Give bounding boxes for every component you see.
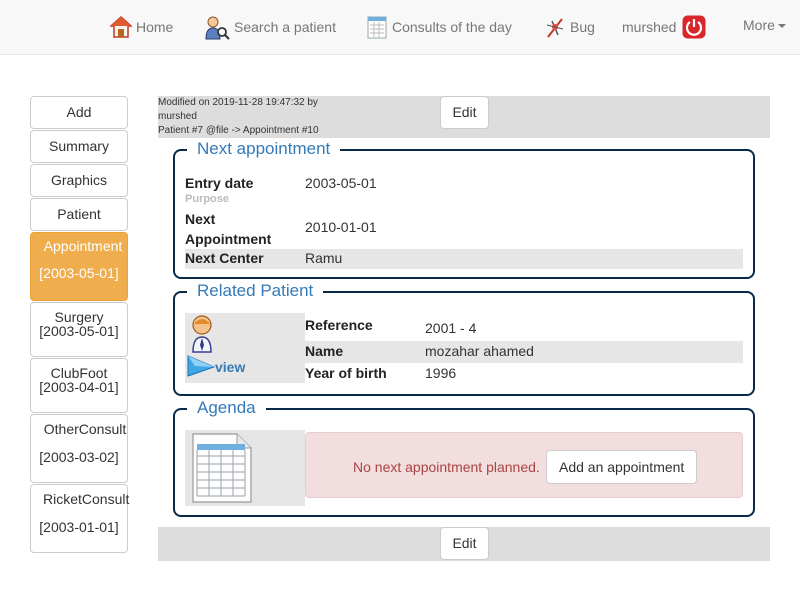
- sidebar-surgery-date: [2003-05-01]: [39, 323, 119, 339]
- entry-date-row: Entry date 2003-05-01: [185, 175, 743, 195]
- sidebar-graphics-label: Graphics: [50, 172, 108, 188]
- next-appointment-label-line2: Appointment: [185, 231, 272, 247]
- spreadsheet-icon: [191, 432, 253, 507]
- next-center-label: Next Center: [185, 250, 264, 266]
- record-meta-bar: Modified on 2019-11-28 19:47:32 by mursh…: [158, 96, 770, 138]
- edit-button-bottom[interactable]: Edit: [440, 527, 489, 560]
- sidebar-otherconsult-date: [2003-03-02]: [39, 449, 119, 465]
- year-of-birth-value: 1996: [425, 365, 457, 381]
- modified-info: Modified on 2019-11-28 19:47:32 by: [158, 97, 318, 108]
- calendar-icon: [366, 15, 388, 39]
- no-appointment-alert: No next appointment planned. Add an appo…: [305, 432, 743, 498]
- power-icon: [682, 15, 706, 39]
- sidebar-otherconsult-button[interactable]: OtherConsult [2003-03-02]: [30, 414, 128, 483]
- edit-button-label: Edit: [452, 104, 477, 120]
- add-appointment-label: Add an appointment: [559, 459, 685, 475]
- sidebar-surgery-button[interactable]: Surgery [2003-05-01]: [30, 302, 128, 357]
- home-icon: [109, 15, 133, 39]
- sidebar-patient-button[interactable]: Patient: [30, 198, 128, 231]
- nav-search-label: Search a patient: [234, 19, 336, 35]
- search-patient-icon: [204, 15, 230, 40]
- view-arrow-icon[interactable]: [187, 353, 216, 380]
- nav-more-label: More: [743, 17, 775, 33]
- edit-button-top[interactable]: Edit: [440, 96, 489, 129]
- sidebar-clubfoot-title: ClubFoot: [50, 365, 108, 381]
- nav-consults-of-the-day[interactable]: Consults of the day: [366, 14, 512, 40]
- next-appointment-label: Next Appointment: [185, 209, 271, 249]
- sidebar-graphics-button[interactable]: Graphics: [30, 164, 128, 197]
- related-patient-card: view: [185, 313, 305, 383]
- sidebar-otherconsult-title: OtherConsult: [43, 421, 127, 437]
- caret-down-icon: [777, 24, 786, 29]
- agenda-image-cell: [185, 430, 305, 506]
- sidebar-patient-label: Patient: [57, 206, 101, 222]
- view-patient-link[interactable]: view: [215, 359, 245, 375]
- sidebar-ricketconsult-button[interactable]: RicketConsult [2003-01-01]: [30, 484, 130, 553]
- next-appointment-row: Next Appointment 2010-01-01: [185, 209, 743, 249]
- reference-value: 2001 - 4: [425, 320, 477, 336]
- sidebar-appointment-title: Appointment: [43, 238, 123, 254]
- nav-user-label: murshed: [622, 19, 677, 35]
- next-center-value: Ramu: [305, 250, 343, 266]
- purpose-label: Purpose: [185, 193, 230, 205]
- reference-row: Reference 2001 - 4: [305, 317, 743, 339]
- agenda-legend: Agenda: [187, 397, 266, 419]
- record-meta-text: Modified on 2019-11-28 19:47:32 by mursh…: [158, 96, 333, 138]
- sidebar-add-label: Add: [66, 104, 92, 120]
- sidebar-clubfoot-date: [2003-04-01]: [39, 379, 119, 395]
- sidebar-ricketconsult-date: [2003-01-01]: [39, 519, 119, 535]
- sidebar-add-button[interactable]: Add: [30, 96, 128, 129]
- add-appointment-button[interactable]: Add an appointment: [546, 450, 698, 484]
- sidebar-ricketconsult-title: RicketConsult: [43, 491, 130, 507]
- record-path: Patient #7 @file -> Appointment #10: [158, 125, 319, 136]
- next-appointment-fieldset: Next appointment Entry date 2003-05-01 P…: [173, 138, 755, 279]
- name-row: Name mozahar ahamed: [305, 341, 743, 363]
- related-patient-legend: Related Patient: [187, 280, 324, 302]
- patient-avatar-icon: [191, 315, 217, 356]
- sidebar-summary-button[interactable]: Summary: [30, 130, 128, 163]
- bug-icon: [544, 15, 566, 39]
- next-center-row: Next Center Ramu: [185, 249, 743, 269]
- next-appointment-label-line1: Next: [185, 211, 216, 227]
- agenda-fieldset: Agenda No next appointment planned. Add …: [173, 397, 755, 517]
- reference-label: Reference: [305, 317, 373, 333]
- top-navbar: Home Search a patient Consults of the da…: [0, 0, 800, 55]
- edit-button-bottom-label: Edit: [452, 535, 477, 551]
- sidebar-clubfoot-button[interactable]: ClubFoot [2003-04-01]: [30, 358, 128, 413]
- no-appointment-message: No next appointment planned.: [353, 459, 540, 475]
- sidebar-appointment-date: [2003-05-01]: [39, 265, 119, 281]
- year-of-birth-row: Year of birth 1996: [305, 364, 743, 384]
- year-of-birth-label: Year of birth: [305, 365, 387, 381]
- sidebar-summary-label: Summary: [49, 138, 109, 154]
- next-appointment-value: 2010-01-01: [305, 219, 377, 235]
- next-appointment-legend: Next appointment: [187, 138, 341, 160]
- nav-user-logout[interactable]: murshed: [622, 14, 706, 40]
- nav-bug[interactable]: Bug: [544, 14, 595, 40]
- nav-home-label: Home: [136, 19, 174, 35]
- sidebar-surgery-title: Surgery: [54, 309, 104, 325]
- name-value: mozahar ahamed: [425, 343, 534, 359]
- nav-consults-label: Consults of the day: [392, 19, 512, 35]
- nav-bug-label: Bug: [570, 19, 595, 35]
- nav-home[interactable]: Home: [109, 14, 174, 40]
- bottom-action-bar: Edit: [158, 527, 770, 561]
- name-label: Name: [305, 343, 344, 359]
- nav-more-dropdown[interactable]: More: [743, 17, 786, 33]
- sidebar-appointment-button[interactable]: Appointment [2003-05-01]: [30, 232, 128, 301]
- nav-search-patient[interactable]: Search a patient: [204, 14, 336, 40]
- modified-by: murshed: [158, 111, 197, 122]
- related-patient-fieldset: Related Patient view Reference 2001 - 4 …: [173, 280, 755, 396]
- entry-date-value: 2003-05-01: [305, 175, 377, 191]
- entry-date-label: Entry date: [185, 175, 254, 191]
